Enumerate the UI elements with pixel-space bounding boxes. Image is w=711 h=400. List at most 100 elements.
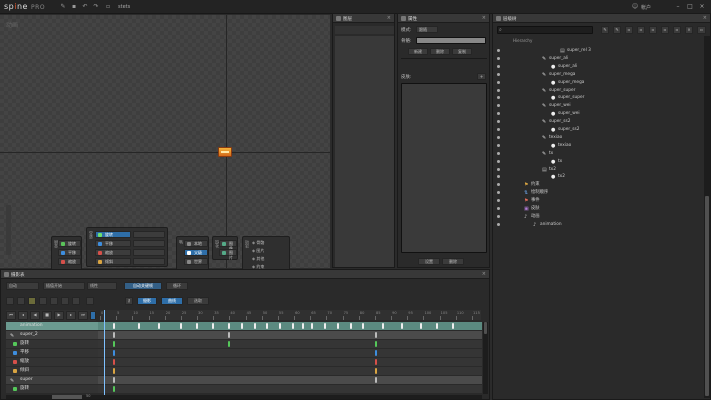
keyframe[interactable] [420,323,422,329]
skin-list[interactable] [401,83,487,253]
keyframe[interactable] [112,350,115,356]
pose-field-1[interactable] [133,231,165,238]
remove-button[interactable]: 删除 [442,258,464,265]
visibility-icon[interactable] [497,175,500,179]
visibility-icon[interactable] [497,222,500,226]
visibility-icon[interactable] [497,104,500,108]
new-button[interactable]: 新建 [408,48,428,55]
keyframe[interactable] [375,377,378,383]
keyframe[interactable] [228,323,230,329]
bone-field[interactable] [416,37,486,44]
undo-icon[interactable]: ↶ [81,3,89,11]
dopesheet-track[interactable] [100,367,482,375]
first-frame-icon[interactable]: ⏮ [6,311,16,320]
keyframe[interactable] [375,350,378,356]
tool-icon-6[interactable]: ▫ [661,26,669,34]
skeleton-sprite[interactable] [218,147,232,157]
pose-rotate-tool[interactable]: 旋转 [95,231,131,238]
keyframe[interactable] [196,323,198,329]
tree-item[interactable]: ● super_mega [493,79,698,87]
tl-tool-1[interactable] [6,297,14,305]
dopesheet-track[interactable] [100,340,482,348]
tree-item[interactable]: ✎ super_wei [493,102,698,110]
viewport[interactable]: 动画 变换 旋转 平移 缩放 姿态 旋转 平移 缩放 倾斜 轴 本地 父级 世界… [0,15,330,272]
dopesheet-track[interactable] [100,349,482,357]
keyframe[interactable] [253,323,256,329]
visibility-icon[interactable] [497,80,500,84]
keyframe[interactable] [375,368,378,374]
tl-tool-4[interactable] [39,297,47,305]
dopesheet-track[interactable] [100,385,482,393]
keyframe[interactable] [362,323,365,329]
tool-icon-1[interactable]: ✎ [601,26,609,34]
tl-tool-3[interactable] [28,297,36,305]
visibility-icon[interactable] [497,199,500,203]
viewport-zoom-slider[interactable] [6,205,11,255]
tree-item[interactable]: ✎ super_super [493,87,698,95]
scale-tool[interactable]: 缩放 [58,258,81,265]
dopesheet-row[interactable]: 旋转 [6,385,482,393]
axis-world-button[interactable]: 世界 [184,258,208,265]
translate-tool[interactable]: 平移 [58,249,81,256]
timeline-scrollbar[interactable] [483,322,488,394]
option-others[interactable]: ◆ 其他 [252,256,264,262]
keyframe[interactable] [112,377,115,383]
tl-tool-6[interactable] [61,297,69,305]
option-images[interactable]: ◆ 图片 [252,248,264,254]
dopesheet-row[interactable]: 旋转 [6,340,482,348]
play-reverse-icon[interactable]: ◀ [30,311,40,320]
keyframe[interactable] [292,323,294,329]
stop-icon[interactable]: ■ [42,311,52,320]
option-bones[interactable]: ◆ 骨骼 [252,240,264,246]
keyframe[interactable] [436,323,438,329]
tool-icon-4[interactable]: ▫ [637,26,645,34]
pose-field-3[interactable] [133,249,165,256]
visibility-icon[interactable] [497,96,500,100]
last-frame-icon[interactable]: ⏭ [78,311,88,320]
keyframe[interactable] [212,323,214,329]
scrollbar-thumb[interactable] [484,322,487,334]
playhead[interactable] [104,310,105,395]
visibility-icon[interactable] [497,214,500,218]
tl-tool-5[interactable] [50,297,58,305]
dopesheet-row[interactable]: super_2 ✎ [6,331,482,339]
dopesheet-row[interactable]: animation [6,322,482,330]
panel-close-icon[interactable]: × [703,15,707,21]
dopesheet-track[interactable] [100,331,482,339]
keyframe[interactable] [180,323,182,329]
panel-close-icon[interactable]: × [482,271,486,277]
new-icon[interactable]: ✎ [59,3,67,11]
skin-add-button[interactable]: + [477,73,486,80]
visibility-icon[interactable] [497,207,500,210]
curve-tab[interactable]: 曲线 [161,297,183,305]
tl-tool-8[interactable] [86,297,94,305]
tree-item[interactable]: ▤ tx2 [493,166,698,174]
file-icon[interactable]: ▫ [104,3,112,11]
tool-icon-5[interactable]: ▫ [649,26,657,34]
tree-item[interactable]: ✎ tx [493,150,698,158]
scrollbar-thumb[interactable] [705,196,709,396]
tree-item[interactable]: ⚑ 约束 [493,181,698,189]
tree-item[interactable]: ⇅ 绘制顺序 [493,189,698,197]
hierarchy-scrollbar[interactable] [704,36,710,398]
visibility-icon[interactable] [497,112,500,116]
pose-shear-tool[interactable]: 倾斜 [95,258,131,265]
keyframe[interactable] [112,332,115,338]
dopesheet-track[interactable] [100,376,482,384]
dopesheet-track[interactable] [100,322,482,330]
maximize-icon[interactable]: □ [686,3,694,11]
compensate-image-button[interactable]: 图像 [219,240,237,251]
key-icon-button[interactable]: ⚷ [125,297,133,305]
dopesheet-tab[interactable]: 摄影 [137,297,157,305]
tree-item[interactable]: ⚑ 事件 [493,197,698,205]
tree-item[interactable]: ● super_super [493,94,698,102]
interp-dropdown-2[interactable]: 插值开始 [43,282,85,290]
visibility-icon[interactable] [497,64,500,68]
visibility-icon[interactable] [497,167,500,171]
interp-dropdown-1[interactable]: 自动 [6,282,39,290]
axis-local-button[interactable]: 本地 [184,240,208,247]
visibility-icon[interactable] [497,56,500,60]
rotate-tool[interactable]: 旋转 [58,240,81,247]
tree-item[interactable]: ● tx2 [493,173,698,181]
keyframe[interactable] [311,323,314,329]
